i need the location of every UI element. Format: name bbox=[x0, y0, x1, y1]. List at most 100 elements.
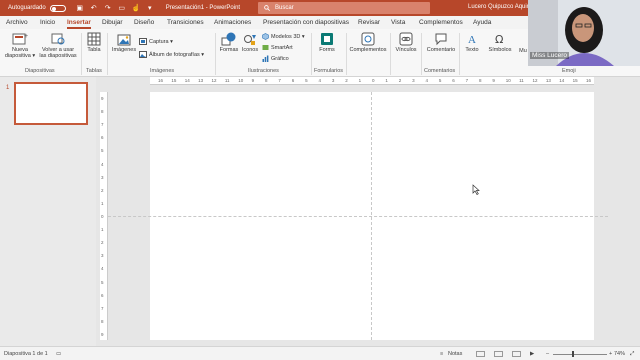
tab-ayuda[interactable]: Ayuda bbox=[473, 19, 491, 26]
chart-icon bbox=[262, 55, 269, 62]
zoom-slider-thumb[interactable] bbox=[572, 351, 574, 357]
chart-button[interactable]: Gráfico bbox=[262, 55, 289, 62]
text-button[interactable]: A Texto bbox=[462, 32, 482, 53]
addins-button[interactable]: Complementos bbox=[348, 32, 388, 53]
normal-view-icon[interactable] bbox=[476, 351, 485, 357]
ruler-tick-label: 3 bbox=[331, 78, 335, 83]
icons-label: Iconos bbox=[241, 47, 259, 53]
smartart-button[interactable]: SmartArt bbox=[262, 44, 293, 51]
ruler-tick-label: 7 bbox=[101, 122, 104, 128]
tab-revisar[interactable]: Revisar bbox=[358, 19, 380, 26]
text-icon: A bbox=[468, 34, 476, 46]
zoom-logo: zoom bbox=[510, 312, 591, 345]
ruler-tick-label: 6 bbox=[291, 78, 295, 83]
link-icon bbox=[399, 32, 413, 46]
ruler-tick-label: 1 bbox=[101, 200, 104, 206]
tab-archivo[interactable]: Archivo bbox=[6, 19, 28, 26]
ruler-tick-label: 14 bbox=[559, 78, 565, 83]
photo-album-button[interactable]: Álbum de fotografías ▾ bbox=[139, 51, 204, 58]
notes-icon[interactable]: ≡ bbox=[440, 351, 443, 357]
group-separator bbox=[421, 33, 422, 75]
ruler-tick-label: 2 bbox=[398, 78, 402, 83]
zoom-percent[interactable]: 74% bbox=[614, 351, 625, 357]
symbols-button[interactable]: Ω Símbolos bbox=[487, 32, 513, 53]
forms-icon bbox=[321, 33, 333, 45]
ruler-tick-label: 3 bbox=[412, 78, 415, 83]
reuse-slides-icon bbox=[51, 33, 65, 45]
reading-view-icon[interactable] bbox=[512, 351, 521, 357]
tab-dibujar[interactable]: Dibujar bbox=[102, 19, 123, 26]
slide-thumbnails-panel: 1 bbox=[0, 77, 96, 346]
zoom-in-icon[interactable]: + bbox=[609, 351, 612, 357]
cube-icon bbox=[262, 33, 269, 40]
zoom-slider[interactable] bbox=[553, 354, 607, 355]
slide-counter: Diapositiva 1 de 1 bbox=[4, 351, 48, 357]
tab-diseno[interactable]: Diseño bbox=[134, 19, 154, 26]
undo-icon[interactable]: ↶ bbox=[90, 4, 98, 12]
table-label: Tabla bbox=[87, 47, 101, 53]
slide-sorter-icon[interactable] bbox=[494, 351, 503, 357]
document-title: Presentación1 - PowerPoint bbox=[165, 5, 241, 11]
ruler-tick-label: 15 bbox=[171, 78, 177, 83]
ruler-tick-label: 4 bbox=[425, 78, 429, 83]
autosave-toggle[interactable] bbox=[49, 4, 66, 12]
customize-icon[interactable]: ▾ bbox=[146, 4, 154, 12]
comment-icon bbox=[435, 33, 447, 46]
ruler-tick-label: 14 bbox=[184, 78, 190, 83]
slide-thumbnail[interactable] bbox=[14, 82, 88, 125]
ruler-tick-label: 9 bbox=[101, 332, 104, 337]
icons-button[interactable]: Iconos bbox=[240, 32, 260, 53]
ruler-tick-label: 12 bbox=[211, 78, 217, 83]
ruler-tick-label: 8 bbox=[479, 78, 482, 83]
forms-button[interactable]: Forms bbox=[316, 32, 338, 53]
shapes-label: Formas bbox=[219, 47, 239, 53]
multimedia-label: Mu bbox=[519, 48, 527, 54]
autosave-control[interactable]: Autoguardado bbox=[8, 4, 66, 12]
ruler-tick-label: 5 bbox=[101, 279, 104, 285]
photo-album-label: Álbum de fotografías ▾ bbox=[149, 51, 205, 58]
horizontal-ruler: 16 15 14 13 12 11 10 9 8 7 6 5 4 3 2 1 0 1 2 3 4 5 6 7 8 9 10 11 12 1… bbox=[150, 77, 594, 85]
fit-slide-icon[interactable]: ⤢ bbox=[630, 351, 634, 358]
group-label-emoji: Emoji bbox=[562, 68, 576, 74]
save-icon[interactable]: ▣ bbox=[76, 4, 84, 12]
present-icon[interactable]: ▭ bbox=[118, 4, 126, 12]
touch-icon[interactable]: ☝ bbox=[132, 4, 141, 12]
ruler-tick-label: 5 bbox=[101, 148, 104, 154]
table-button[interactable]: Tabla bbox=[85, 32, 103, 53]
shapes-button[interactable]: Formas bbox=[218, 32, 240, 53]
tab-complementos[interactable]: Complementos bbox=[419, 19, 463, 26]
tab-animaciones[interactable]: Animaciones bbox=[214, 19, 251, 26]
smartart-icon bbox=[262, 45, 269, 50]
group-separator bbox=[107, 33, 108, 75]
slide-canvas[interactable] bbox=[108, 92, 608, 340]
images-button[interactable]: Imágenes bbox=[111, 34, 137, 53]
user-name[interactable]: Lucero Quipuzco Aquino bbox=[468, 4, 533, 10]
svg-text:A: A bbox=[468, 34, 476, 46]
ruler-tick-label: 8 bbox=[101, 318, 104, 324]
notes-button[interactable]: Notas bbox=[448, 351, 462, 357]
links-button[interactable]: Vínculos bbox=[393, 32, 419, 53]
addins-label: Complementos bbox=[349, 47, 387, 53]
ruler-tick-label: 3 bbox=[101, 174, 104, 180]
ruler-tick-label: 0 bbox=[372, 78, 375, 83]
reuse-slides-button[interactable]: Volver a usar las diapositivas bbox=[38, 32, 78, 59]
screenshot-button[interactable]: Captura ▾ bbox=[139, 38, 173, 45]
zoom-out-icon[interactable]: – bbox=[546, 351, 549, 357]
tab-transiciones[interactable]: Transiciones bbox=[167, 19, 204, 26]
accessibility-icon[interactable]: ▭ bbox=[56, 351, 61, 357]
search-input[interactable]: Buscar bbox=[258, 2, 430, 14]
3d-models-button[interactable]: Modelos 3D ▾ bbox=[262, 33, 305, 40]
tab-presentacion[interactable]: Presentación con diapositivas bbox=[263, 19, 349, 26]
redo-icon[interactable]: ↷ bbox=[104, 4, 112, 12]
ruler-tick-label: 9 bbox=[492, 78, 495, 83]
search-placeholder: Buscar bbox=[275, 5, 294, 11]
tab-insertar[interactable]: Insertar bbox=[67, 19, 91, 29]
symbols-label: Símbolos bbox=[488, 47, 512, 53]
tab-inicio[interactable]: Inicio bbox=[40, 19, 55, 26]
svg-text:Ω: Ω bbox=[495, 33, 503, 46]
slideshow-view-icon[interactable]: ▶ bbox=[530, 351, 534, 357]
vertical-ruler: 9 8 7 6 5 4 3 2 1 0 1 2 3 4 5 6 7 8 9 bbox=[100, 92, 108, 340]
comment-button[interactable]: Comentario bbox=[424, 32, 458, 53]
new-slide-button[interactable]: + Nueva diapositiva ▾ bbox=[4, 32, 36, 59]
tab-vista[interactable]: Vista bbox=[391, 19, 405, 26]
